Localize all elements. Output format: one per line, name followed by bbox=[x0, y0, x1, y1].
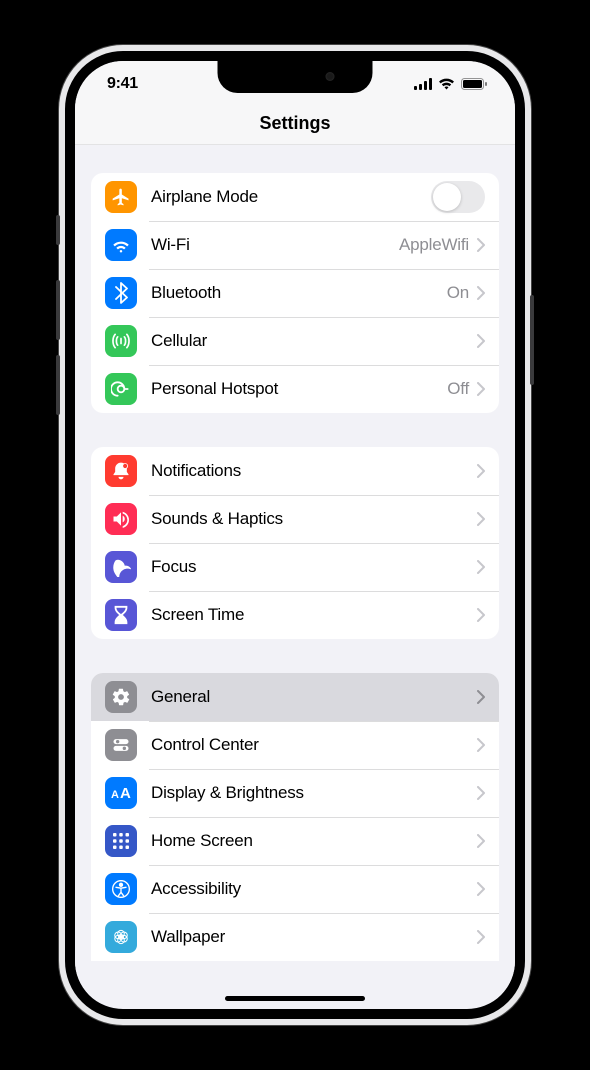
status-time: 9:41 bbox=[107, 75, 138, 93]
wallpaper-icon bbox=[105, 921, 137, 953]
row-label: Screen Time bbox=[151, 605, 477, 625]
chevron-right-icon bbox=[477, 512, 485, 526]
group-notifications: Notifications Sounds & Haptics Focus bbox=[91, 447, 499, 639]
control-center-icon bbox=[105, 729, 137, 761]
screentime-icon bbox=[105, 599, 137, 631]
chevron-right-icon bbox=[477, 464, 485, 478]
row-label: Personal Hotspot bbox=[151, 379, 447, 399]
notifications-icon bbox=[105, 455, 137, 487]
notch bbox=[218, 61, 373, 93]
row-screentime[interactable]: Screen Time bbox=[91, 591, 499, 639]
focus-icon bbox=[105, 551, 137, 583]
row-label: Sounds & Haptics bbox=[151, 509, 477, 529]
row-cellular[interactable]: Cellular bbox=[91, 317, 499, 365]
chevron-right-icon bbox=[477, 560, 485, 574]
airplane-icon bbox=[105, 181, 137, 213]
cellular-icon bbox=[414, 78, 432, 90]
wifi-icon bbox=[105, 229, 137, 261]
chevron-right-icon bbox=[477, 690, 485, 704]
row-home-screen[interactable]: Home Screen bbox=[91, 817, 499, 865]
power-button[interactable] bbox=[530, 295, 534, 385]
row-label: Bluetooth bbox=[151, 283, 447, 303]
row-label: Accessibility bbox=[151, 879, 477, 899]
row-label: Notifications bbox=[151, 461, 477, 481]
row-wifi[interactable]: Wi-Fi AppleWifi bbox=[91, 221, 499, 269]
chevron-right-icon bbox=[477, 882, 485, 896]
battery-icon bbox=[461, 78, 487, 90]
volume-up-button[interactable] bbox=[56, 280, 60, 340]
status-icons bbox=[414, 78, 487, 90]
svg-text:A: A bbox=[120, 785, 131, 802]
row-notifications[interactable]: Notifications bbox=[91, 447, 499, 495]
row-wallpaper[interactable]: Wallpaper bbox=[91, 913, 499, 961]
hotspot-icon bbox=[105, 373, 137, 405]
row-display[interactable]: AA Display & Brightness bbox=[91, 769, 499, 817]
screen: 9:41 Settings Airplane Mode bbox=[65, 51, 525, 1019]
group-connectivity: Airplane Mode Wi-Fi AppleWifi Bluetooth bbox=[91, 173, 499, 413]
row-bluetooth[interactable]: Bluetooth On bbox=[91, 269, 499, 317]
chevron-right-icon bbox=[477, 786, 485, 800]
nav-header: Settings bbox=[75, 107, 515, 145]
home-indicator[interactable] bbox=[225, 996, 365, 1001]
chevron-right-icon bbox=[477, 738, 485, 752]
wifi-value: AppleWifi bbox=[399, 235, 469, 255]
sounds-icon bbox=[105, 503, 137, 535]
airplane-toggle[interactable] bbox=[431, 181, 485, 213]
mute-switch[interactable] bbox=[56, 215, 60, 245]
display-icon: AA bbox=[105, 777, 137, 809]
settings-list[interactable]: Airplane Mode Wi-Fi AppleWifi Bluetooth bbox=[75, 145, 515, 1003]
row-accessibility[interactable]: Accessibility bbox=[91, 865, 499, 913]
page-title: Settings bbox=[75, 113, 515, 134]
phone-frame: 9:41 Settings Airplane Mode bbox=[59, 45, 531, 1025]
row-label: Focus bbox=[151, 557, 477, 577]
wifi-status-icon bbox=[438, 78, 455, 90]
row-control-center[interactable]: Control Center bbox=[91, 721, 499, 769]
chevron-right-icon bbox=[477, 238, 485, 252]
chevron-right-icon bbox=[477, 930, 485, 944]
general-icon bbox=[105, 681, 137, 713]
row-label: Home Screen bbox=[151, 831, 477, 851]
cellular-icon bbox=[105, 325, 137, 357]
row-airplane-mode[interactable]: Airplane Mode bbox=[91, 173, 499, 221]
chevron-right-icon bbox=[477, 608, 485, 622]
bluetooth-value: On bbox=[447, 283, 469, 303]
chevron-right-icon bbox=[477, 334, 485, 348]
row-label: Cellular bbox=[151, 331, 477, 351]
row-focus[interactable]: Focus bbox=[91, 543, 499, 591]
row-label: Display & Brightness bbox=[151, 783, 477, 803]
volume-down-button[interactable] bbox=[56, 355, 60, 415]
group-general: General Control Center AA Display & Brig… bbox=[91, 673, 499, 961]
row-sounds[interactable]: Sounds & Haptics bbox=[91, 495, 499, 543]
row-label: Airplane Mode bbox=[151, 187, 431, 207]
row-label: Wi-Fi bbox=[151, 235, 399, 255]
row-label: General bbox=[151, 687, 477, 707]
home-screen-icon bbox=[105, 825, 137, 857]
row-hotspot[interactable]: Personal Hotspot Off bbox=[91, 365, 499, 413]
svg-text:A: A bbox=[111, 789, 119, 801]
row-label: Control Center bbox=[151, 735, 477, 755]
chevron-right-icon bbox=[477, 286, 485, 300]
chevron-right-icon bbox=[477, 382, 485, 396]
row-general[interactable]: General bbox=[91, 673, 499, 721]
chevron-right-icon bbox=[477, 834, 485, 848]
bluetooth-icon bbox=[105, 277, 137, 309]
accessibility-icon bbox=[105, 873, 137, 905]
row-label: Wallpaper bbox=[151, 927, 477, 947]
hotspot-value: Off bbox=[447, 379, 469, 399]
